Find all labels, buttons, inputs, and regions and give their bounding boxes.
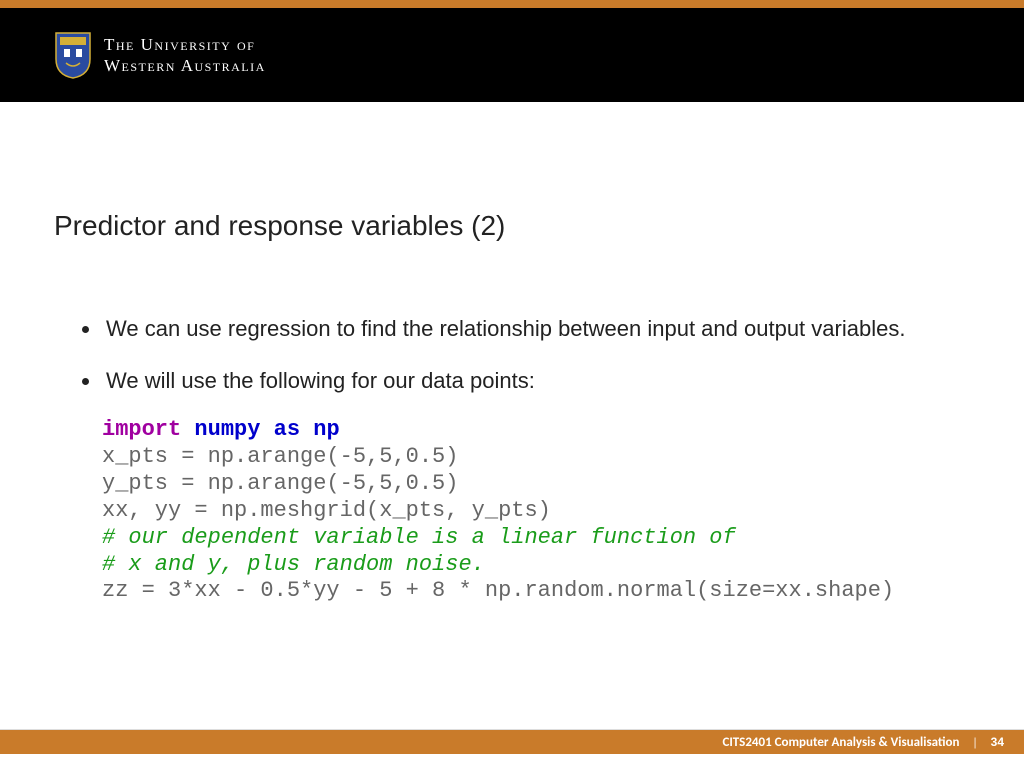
top-accent-bar (0, 0, 1024, 8)
code-comment: # our dependent variable is a linear fun… (102, 525, 736, 550)
slide-content: Predictor and response variables (2) We … (0, 102, 1024, 605)
code-block: import numpy as np x_pts = np.arange(-5,… (102, 417, 970, 605)
code-line: x_pts = np.arange(-5,5,0.5) (102, 444, 458, 469)
university-name-line1: The University of (104, 34, 266, 55)
bullet-item: We can use regression to find the relati… (102, 314, 970, 344)
code-line: y_pts = np.arange(-5,5,0.5) (102, 471, 458, 496)
bullet-list: We can use regression to find the relati… (54, 314, 970, 395)
footer-page-number: 34 (991, 735, 1004, 749)
bullet-item: We will use the following for our data p… (102, 366, 970, 396)
code-keyword-as: as (274, 417, 300, 442)
code-keyword-numpy: numpy (194, 417, 260, 442)
slide-title: Predictor and response variables (2) (54, 210, 970, 242)
university-name: The University of Western Australia (104, 34, 266, 77)
code-keyword-np: np (313, 417, 339, 442)
code-line: xx, yy = np.meshgrid(x_pts, y_pts) (102, 498, 551, 523)
code-line: zz = 3*xx - 0.5*yy - 5 + 8 * np.random.n… (102, 578, 894, 603)
university-name-line2: Western Australia (104, 55, 266, 76)
code-keyword-import: import (102, 417, 181, 442)
footer-course-code: CITS2401 Computer Analysis & Visualisati… (722, 735, 959, 750)
code-comment: # x and y, plus random noise. (102, 552, 485, 577)
slide-header: The University of Western Australia (0, 8, 1024, 102)
footer-separator: | (974, 735, 977, 749)
university-crest-icon (54, 31, 92, 79)
slide-footer: CITS2401 Computer Analysis & Visualisati… (0, 730, 1024, 754)
